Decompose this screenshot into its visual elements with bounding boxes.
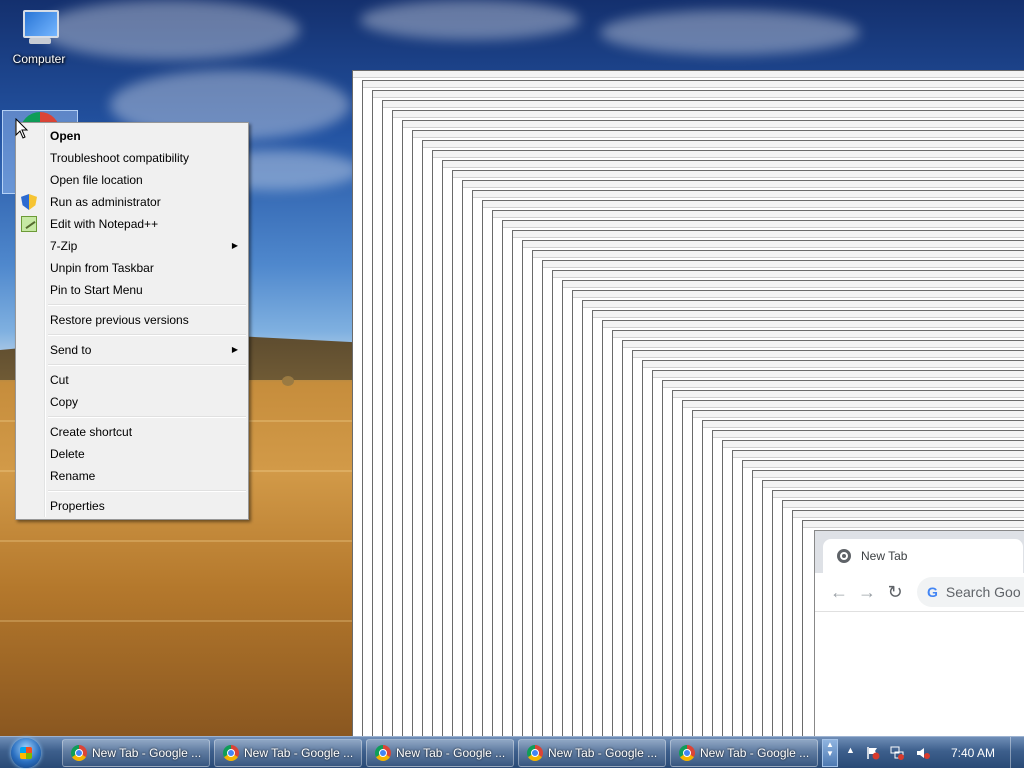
menu-item-open-file-location[interactable]: Open file location <box>16 169 248 191</box>
omnibox[interactable]: G Search Goo <box>917 577 1024 607</box>
menu-separator <box>48 490 246 492</box>
menu-separator <box>48 416 246 418</box>
chrome-icon <box>223 745 239 761</box>
menu-item-label: Delete <box>50 447 85 461</box>
reload-icon[interactable]: ↻ <box>881 578 909 606</box>
start-button[interactable] <box>6 738 46 768</box>
forward-arrow-icon[interactable]: → <box>853 578 881 606</box>
action-center-flag-icon[interactable] <box>866 746 880 760</box>
menu-item-label: Restore previous versions <box>50 313 189 327</box>
menu-item-open[interactable]: Open <box>16 125 248 147</box>
hay-bale <box>282 376 294 386</box>
menu-item-label: Open file location <box>50 173 143 187</box>
menu-item-label: Run as administrator <box>50 195 161 209</box>
menu-item-run-as-administrator[interactable]: Run as administrator <box>16 191 248 213</box>
menu-item-label: Troubleshoot compatibility <box>50 151 189 165</box>
context-menu: Open Troubleshoot compatibility Open fil… <box>15 122 249 520</box>
submenu-arrow-icon: ▶ <box>231 345 238 354</box>
tab-title: New Tab <box>861 549 908 563</box>
taskbar-button-chrome[interactable]: New Tab - Google ... <box>670 739 818 767</box>
chrome-icon <box>71 745 87 761</box>
menu-item-label: Copy <box>50 395 79 409</box>
taskbar-button-chrome[interactable]: New Tab - Google ... <box>62 739 210 767</box>
menu-item-pin-to-start-menu[interactable]: Pin to Start Menu <box>16 279 248 301</box>
browser-toolbar: ← → ↻ G Search Goo <box>815 573 1024 612</box>
desktop-icon-computer[interactable]: Computer <box>2 8 76 66</box>
taskbar-button-label: New Tab - Google ... <box>396 746 506 760</box>
menu-item-label: Open <box>50 129 81 143</box>
menu-item-unpin-from-taskbar[interactable]: Unpin from Taskbar <box>16 257 248 279</box>
google-g-icon: G <box>927 584 938 600</box>
volume-muted-icon[interactable] <box>916 746 930 760</box>
windows-orb-icon <box>11 738 41 768</box>
chrome-icon <box>375 745 391 761</box>
menu-item-label: Unpin from Taskbar <box>50 261 154 275</box>
menu-separator <box>48 304 246 306</box>
menu-item-copy[interactable]: Copy <box>16 391 248 413</box>
taskbar-button-chrome[interactable]: New Tab - Google ... <box>518 739 666 767</box>
menu-item-restore-previous-versions[interactable]: Restore previous versions <box>16 309 248 331</box>
submenu-arrow-icon: ▶ <box>231 241 238 250</box>
uac-shield-icon <box>21 194 37 210</box>
menu-separator <box>48 364 246 366</box>
taskbar-button-label: New Tab - Google ... <box>92 746 202 760</box>
menu-item-troubleshoot-compatibility[interactable]: Troubleshoot compatibility <box>16 147 248 169</box>
menu-item-label: Create shortcut <box>50 425 133 439</box>
desktop-icon-label: Computer <box>12 52 66 66</box>
menu-item-cut[interactable]: Cut <box>16 369 248 391</box>
taskbar: New Tab - Google ... New Tab - Google ..… <box>0 736 1024 769</box>
taskbar-button-label: New Tab - Google ... <box>548 746 658 760</box>
omnibox-placeholder: Search Goo <box>945 584 1021 600</box>
computer-icon <box>17 8 61 48</box>
chrome-tab-icon <box>837 549 851 563</box>
menu-item-label: Send to <box>50 343 92 357</box>
menu-item-label: Properties <box>50 499 105 513</box>
menu-item-edit-with-notepad-plus-plus[interactable]: Edit with Notepad++ <box>16 213 248 235</box>
menu-item-send-to[interactable]: Send to ▶ <box>16 339 248 361</box>
taskbar-button-label: New Tab - Google ... <box>700 746 810 760</box>
taskbar-button-label: New Tab - Google ... <box>244 746 354 760</box>
chrome-icon <box>527 745 543 761</box>
taskbar-scroll-button[interactable]: ▲ ▼ <box>822 739 838 767</box>
menu-item-delete[interactable]: Delete <box>16 443 248 465</box>
clock[interactable]: 7:40 AM <box>940 737 1006 769</box>
menu-separator <box>48 334 246 336</box>
menu-item-7-zip[interactable]: 7-Zip ▶ <box>16 235 248 257</box>
chrome-icon <box>679 745 695 761</box>
menu-item-label: Cut <box>50 373 69 387</box>
back-arrow-icon[interactable]: ← <box>825 578 853 606</box>
network-icon[interactable] <box>890 746 904 760</box>
tab-new-tab[interactable]: New Tab <box>823 539 1023 573</box>
menu-item-rename[interactable]: Rename <box>16 465 248 487</box>
menu-item-properties[interactable]: Properties <box>16 495 248 517</box>
taskbar-button-chrome[interactable]: New Tab - Google ... <box>214 739 362 767</box>
menu-item-label: Pin to Start Menu <box>50 283 143 297</box>
tab-strip: New Tab <box>815 531 1024 573</box>
menu-item-label: 7-Zip <box>50 239 78 253</box>
notepad-plus-plus-icon <box>21 216 37 232</box>
menu-item-create-shortcut[interactable]: Create shortcut <box>16 421 248 443</box>
menu-item-label: Rename <box>50 469 96 483</box>
menu-item-label: Edit with Notepad++ <box>50 217 159 231</box>
show-desktop-button[interactable] <box>1010 737 1024 769</box>
taskbar-button-chrome[interactable]: New Tab - Google ... <box>366 739 514 767</box>
chrome-window[interactable]: New Tab ← → ↻ G Search Goo <box>814 530 1024 736</box>
